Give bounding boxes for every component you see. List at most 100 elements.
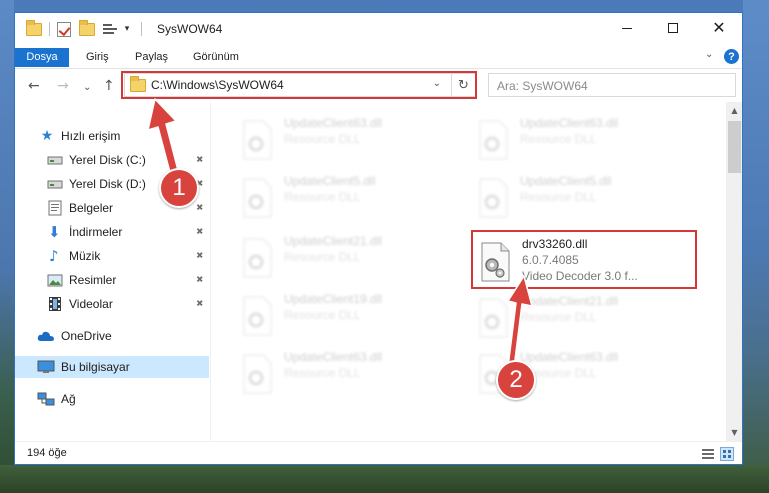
help-icon: ? xyxy=(724,49,739,64)
sidebar-item-videos[interactable]: Videolar ✚ xyxy=(15,293,209,315)
sidebar-item-music[interactable]: ♪ Müzik ✚ xyxy=(15,245,209,267)
forward-button[interactable]: → xyxy=(57,79,69,93)
step1-badge: 1 xyxy=(159,168,199,208)
sidebar-item-network[interactable]: Ağ xyxy=(15,388,209,410)
step2-badge: 2 xyxy=(496,360,536,400)
tab-giris[interactable]: Giriş xyxy=(86,48,109,67)
network-icon xyxy=(37,391,55,407)
file-name: UpdateClient21.dll xyxy=(284,234,383,248)
dll-file-icon xyxy=(479,120,508,160)
sidebar-item-onedrive[interactable]: OneDrive xyxy=(15,325,209,347)
file-name: UpdateClient5.dll xyxy=(284,174,376,188)
maximize-icon xyxy=(668,23,678,33)
documents-icon xyxy=(48,200,62,216)
minimize-icon xyxy=(622,27,632,29)
status-bar: 194 öğe xyxy=(15,441,742,464)
sidebar-item-downloads[interactable]: ⬇ İndirmeler ✚ xyxy=(15,221,209,243)
file-name: UpdateClient63.dll xyxy=(284,116,383,130)
up-button[interactable]: ↑ xyxy=(103,79,115,93)
customize-toolbar-icon[interactable] xyxy=(101,20,121,38)
sidebar-item-label: Belgeler xyxy=(69,201,114,215)
list-item[interactable]: UpdateClient19.dll Resource DLL xyxy=(240,292,450,340)
sidebar-item-label: Bu bilgisayar xyxy=(61,360,130,374)
back-button[interactable]: ← xyxy=(28,79,40,93)
recent-locations-button[interactable]: ⌄ xyxy=(83,81,91,95)
dll-file-icon xyxy=(243,120,272,160)
scrollbar-thumb[interactable] xyxy=(728,121,741,173)
close-button[interactable]: ✕ xyxy=(696,13,742,43)
music-icon: ♪ xyxy=(49,247,59,265)
list-item[interactable]: UpdateClient5.dll Resource DLL xyxy=(240,174,450,222)
file-description: Resource DLL xyxy=(520,190,597,204)
pin-icon[interactable]: ✚ xyxy=(193,298,205,310)
pin-icon[interactable]: ✚ xyxy=(193,202,205,214)
dll-file-icon xyxy=(479,298,508,338)
sidebar-item-label: Müzik xyxy=(69,249,101,263)
tiles-view-icon[interactable] xyxy=(720,447,734,461)
file-description: Resource DLL xyxy=(284,308,361,322)
dll-file-icon xyxy=(243,178,272,218)
drive-icon xyxy=(47,178,63,190)
new-folder-icon[interactable] xyxy=(78,19,96,38)
pin-icon[interactable]: ✚ xyxy=(193,154,205,166)
pin-icon[interactable]: ✚ xyxy=(193,274,205,286)
dll-file-icon xyxy=(479,178,508,218)
chevron-down-icon: ⌄ xyxy=(705,49,714,60)
list-item[interactable]: UpdateClient5.dll Resource DLL xyxy=(476,174,696,222)
sidebar-item-pictures[interactable]: Resimler ✚ xyxy=(15,269,209,291)
videos-icon xyxy=(48,296,62,312)
list-item[interactable]: UpdateClient63.dll Resource DLL xyxy=(476,116,696,164)
sidebar-item-label: Videolar xyxy=(69,297,113,311)
search-placeholder: Ara: SysWOW64 xyxy=(497,79,588,93)
vertical-scrollbar[interactable]: ▲ ▼ xyxy=(726,102,742,441)
pictures-icon xyxy=(47,274,63,287)
properties-check-icon[interactable] xyxy=(55,20,73,38)
details-view-icon[interactable] xyxy=(701,447,715,461)
list-item[interactable]: UpdateClient63.dll Resource DLL xyxy=(240,350,450,398)
minimize-button[interactable] xyxy=(604,13,650,43)
file-name: UpdateClient63.dll xyxy=(520,350,619,364)
tab-paylas[interactable]: Paylaş xyxy=(135,48,168,67)
scroll-up-icon[interactable]: ▲ xyxy=(726,102,742,119)
list-item[interactable]: UpdateClient21.dll Resource DLL xyxy=(240,234,450,282)
navigation-pane: ★ Hızlı erişim Yerel Disk (C:) ✚ Yerel D… xyxy=(15,102,211,441)
sidebar-item-quick-access[interactable]: ★ Hızlı erişim xyxy=(15,125,209,147)
desktop-background-right xyxy=(743,0,769,493)
tab-gorunum[interactable]: Görünüm xyxy=(193,48,239,67)
expand-ribbon-button[interactable]: ⌄ xyxy=(705,49,713,60)
list-item[interactable]: UpdateClient63.dll Resource DLL xyxy=(240,116,450,164)
folder-icon xyxy=(25,19,43,38)
tab-dosya[interactable]: Dosya xyxy=(15,48,69,67)
address-highlight-box xyxy=(121,71,477,99)
drive-icon xyxy=(47,154,63,166)
pin-icon[interactable]: ✚ xyxy=(193,250,205,262)
file-list: UpdateClient63.dll Resource DLL UpdateCl… xyxy=(212,102,726,441)
item-count: 194 öğe xyxy=(27,447,67,459)
maximize-button[interactable] xyxy=(650,13,696,43)
file-description: Resource DLL xyxy=(284,250,361,264)
star-icon: ★ xyxy=(40,128,54,144)
scroll-down-icon[interactable]: ▼ xyxy=(726,424,742,441)
pin-icon[interactable]: ✚ xyxy=(193,226,205,238)
ribbon-tabs: Dosya Giriş Paylaş Görünüm ⌄ ? xyxy=(15,45,742,69)
quick-access-dropdown-icon[interactable]: ▾ xyxy=(121,20,133,38)
desktop-background-bottom xyxy=(0,465,769,493)
sidebar-item-label: Ağ xyxy=(61,392,76,406)
sidebar-item-label: İndirmeler xyxy=(69,225,123,239)
list-item[interactable]: UpdateClient21.dll Resource DLL xyxy=(476,294,696,342)
file-description: Resource DLL xyxy=(284,190,361,204)
close-icon: ✕ xyxy=(712,18,726,37)
file-name: UpdateClient19.dll xyxy=(284,292,383,306)
file-name: UpdateClient5.dll xyxy=(520,174,612,188)
quick-access-separator xyxy=(49,22,50,36)
title-separator xyxy=(141,22,142,36)
help-button[interactable]: ? xyxy=(724,49,739,64)
sidebar-item-label: Resimler xyxy=(69,273,117,287)
sidebar-item-this-pc[interactable]: Bu bilgisayar xyxy=(15,356,209,378)
file-description: Resource DLL xyxy=(520,132,597,146)
sidebar-item-label: OneDrive xyxy=(61,329,112,343)
search-input[interactable]: Ara: SysWOW64 xyxy=(488,73,736,97)
file-name: UpdateClient63.dll xyxy=(284,350,383,364)
title-bar: ▾ SysWOW64 ✕ xyxy=(15,13,742,45)
window-title: SysWOW64 xyxy=(157,22,223,36)
